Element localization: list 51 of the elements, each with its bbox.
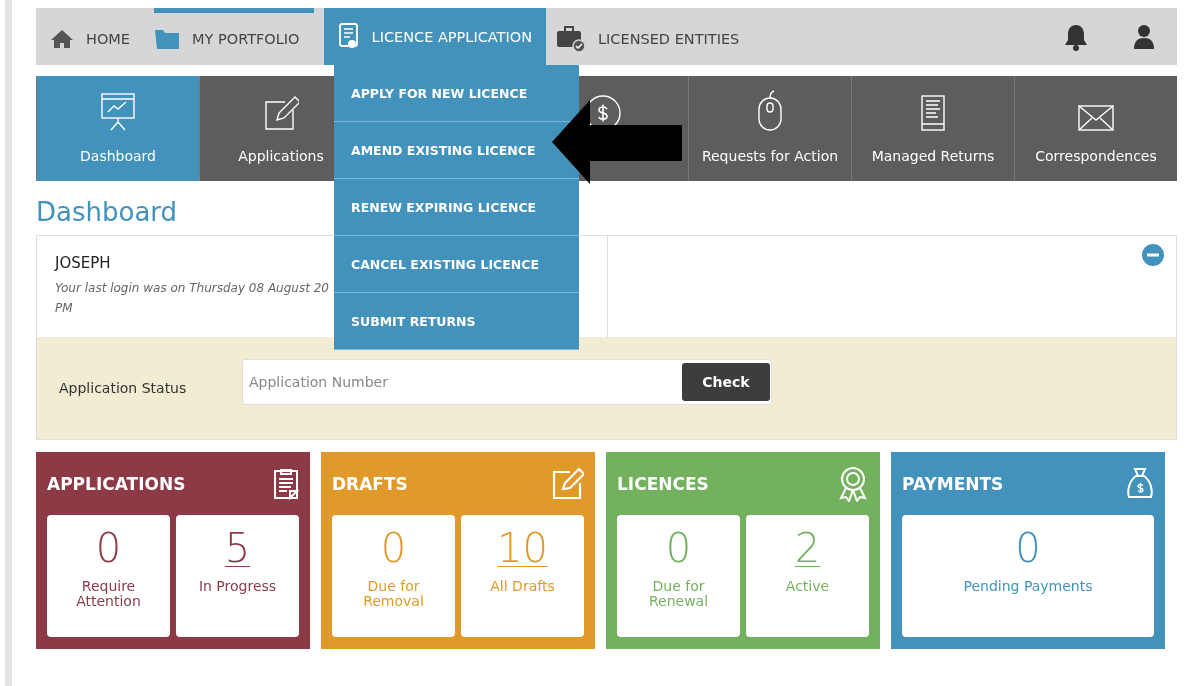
nav-tab-label: LICENCE APPLICATION [371,28,532,45]
nav-tab[interactable]: MY PORTFOLIO [154,8,314,65]
dashboard-tile[interactable]: Dashboard [36,76,199,181]
mouse-icon [756,90,784,132]
stat-value: 0 [1015,525,1041,571]
clipboard-icon [273,467,299,500]
page-title: Dashboard [36,197,178,227]
card-title: APPLICATIONS [47,473,186,494]
user-icon[interactable] [1133,23,1155,50]
stat-value: 0 [95,525,122,571]
menu-item[interactable]: CANCEL EXISTING LICENCE [351,256,539,272]
award-icon [837,465,869,502]
stat-label: In Progress [198,579,277,594]
notification-bell-icon[interactable] [1063,22,1089,51]
menu-item[interactable]: SUBMIT RETURNS [351,313,476,329]
user-name: JOSEPH [55,254,111,272]
stat-label: Due for Renewal [647,579,710,609]
stat-label: Require Attention [75,579,142,609]
card-title: PAYMENTS [902,473,1004,494]
stat-link[interactable]: 5 [224,525,251,571]
nav-tab-label: HOME [86,31,130,47]
last-login-text: Your last login was on Thursday 08 August 20 PM [55,280,329,317]
stat-label: Active [785,579,830,594]
status-label: Application Status [59,380,188,396]
pointer-arrow-icon [552,100,682,184]
stat-value: 0 [665,525,692,571]
envelope-icon [1077,104,1115,132]
nav-tab-label: LICENSED ENTITIES [598,31,740,47]
stat-label: All Drafts [490,579,555,594]
document-icon [920,94,946,132]
briefcase-icon [556,25,586,53]
nav-tab-label: MY PORTFOLIO [192,31,300,47]
folder-icon [154,28,180,50]
presentation-icon [100,92,136,132]
money-bag-icon [1126,466,1154,501]
card-title: DRAFTS [332,473,408,494]
nav-tab[interactable]: LICENSED ENTITIES [556,8,754,65]
certificate-icon [337,22,360,51]
stat-label: Due for Removal [362,579,425,609]
edit-icon [263,96,299,132]
nav-tab[interactable]: LICENCE APPLICATION [323,8,546,65]
menu-item[interactable]: RENEW EXPIRING LICENCE [351,199,537,215]
collapse-icon[interactable] [1142,244,1164,266]
nav-tab[interactable]: HOME [50,8,144,65]
application-number-field[interactable]: Application Number Check [242,359,772,405]
card-title: LICENCES [617,473,709,494]
check-button[interactable]: Check [682,363,770,401]
edit-icon [552,467,584,500]
stat-label: Pending Payments [963,579,1093,594]
stat-value: 0 [380,525,407,571]
home-icon [50,29,74,49]
